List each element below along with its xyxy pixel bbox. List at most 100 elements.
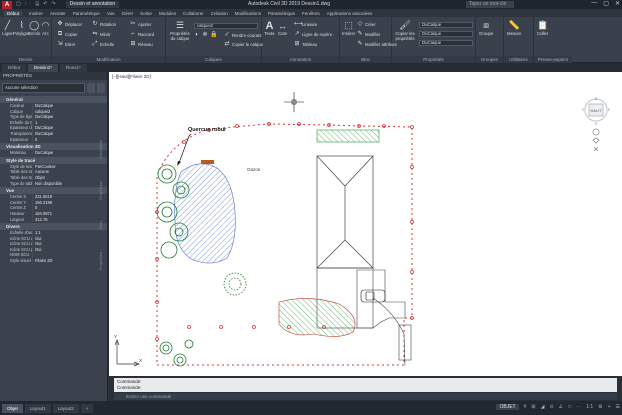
viewport-controls[interactable]: [–][Haut][Filaire 2D] [112, 74, 151, 79]
tab-parametrique-2[interactable]: Paramétrique [268, 11, 295, 16]
annotation-scale[interactable]: 1:1 [586, 404, 593, 410]
panel-title-dessin[interactable]: Dessin [0, 56, 51, 63]
new-icon[interactable]: ▢ [16, 1, 21, 9]
undo-icon[interactable]: ↶ [43, 1, 47, 9]
rotate-button[interactable]: ↻ Rotation [92, 21, 116, 27]
file-tab-debut[interactable]: Début [2, 64, 27, 72]
viewcube-south[interactable]: S [595, 122, 598, 126]
ortho-icon[interactable]: ◢ [541, 404, 545, 410]
workspace-selector[interactable]: Dessin et annotation [65, 1, 120, 8]
drawing-canvas[interactable]: Quercus robur Gazon Y X [109, 72, 622, 376]
panel-title-annotation[interactable]: Annotation [262, 56, 339, 63]
dimension-button[interactable]: ↔ Cote [277, 20, 288, 37]
side-tab-graphique[interactable]: Graphique [98, 181, 103, 200]
tab-collaborer[interactable]: Collaborer [183, 11, 204, 16]
property-row[interactable]: Largeur 312.75 [0, 216, 107, 223]
add-layout-button[interactable]: + [80, 403, 94, 413]
viewcube[interactable]: HAUT N O E S [582, 96, 611, 158]
layout-tab-layout1[interactable]: Layout1 [24, 403, 51, 413]
move-button[interactable]: ✥ Déplacer [57, 21, 82, 27]
properties-section-header[interactable]: Vue [0, 187, 107, 195]
viewcube-east[interactable]: E [608, 108, 611, 112]
scale-button[interactable]: ⤢ Echelle [92, 41, 115, 47]
tab-sortie[interactable]: Sortie [140, 11, 152, 16]
match-layer-button[interactable]: ⇄ Copier le calque [224, 41, 263, 47]
property-value[interactable]: 0 [32, 136, 107, 143]
panel-title-utilitaires[interactable]: Utilitaires [504, 56, 533, 63]
panel-title-bloc[interactable]: Bloc [340, 56, 391, 63]
property-value[interactable]: Non disponible [32, 180, 107, 187]
close-icon[interactable]: ✕ [615, 0, 620, 7]
file-tab-rues1[interactable]: Rues1* [60, 64, 87, 72]
open-icon[interactable]: 🗁 [25, 1, 31, 9]
panel-title-groupes[interactable]: Groupes [476, 56, 503, 63]
snap-icon[interactable]: ⊞ [531, 404, 535, 410]
properties-section-header[interactable]: Divers [0, 223, 107, 231]
trim-button[interactable]: ✂ Ajuster [130, 21, 151, 27]
mleader-button[interactable]: ↗ Ligne de repère [294, 31, 332, 37]
tab-inserer[interactable]: Insérer [29, 11, 43, 16]
lineweight-icon[interactable]: ⋯ [576, 404, 581, 410]
save-icon[interactable]: 🖫 [35, 1, 39, 9]
group-button[interactable]: ⧈ Groupe [479, 20, 493, 36]
property-value[interactable]: Filaire 2D [32, 258, 107, 264]
fillet-button[interactable]: ⌐ Raccord [130, 31, 154, 37]
customize-menu-icon[interactable]: ☰ [616, 404, 620, 410]
tab-creation[interactable]: Création [211, 11, 228, 16]
stretch-button[interactable]: ⇲ Etirer [57, 41, 75, 47]
layer-properties-button[interactable]: ☰ Propriétés du calque [169, 20, 191, 42]
text-button[interactable]: A Texte [264, 20, 275, 37]
command-input[interactable]: Entrez une commande [114, 393, 617, 400]
side-tab-infos[interactable]: Infos [98, 221, 103, 230]
tab-annoter[interactable]: Annoter [50, 11, 66, 16]
edit-attributes-button[interactable]: ✎ Modifier attributs [357, 41, 396, 47]
redo-icon[interactable]: ↷ [51, 1, 55, 9]
layout-tab-objet[interactable]: Objet [2, 403, 23, 413]
selection-dropdown[interactable]: Aucune sélection [2, 83, 85, 93]
property-row[interactable]: Type de table de tr...Non disponible [0, 180, 107, 187]
lock-icon[interactable]: 🔒 [210, 32, 217, 38]
tab-gerer[interactable]: Gérer [122, 11, 134, 16]
table-button[interactable]: ⊞ Tableau [294, 41, 317, 47]
make-current-button[interactable]: ✓ Rendre courant [224, 32, 261, 38]
copy-button[interactable]: ⧉ Copier [57, 31, 78, 37]
insert-block-button[interactable]: ⬚ Insérer [342, 20, 355, 36]
tab-applications[interactable]: Applications associées [327, 11, 373, 16]
properties-section-header[interactable]: Style de tracé [0, 156, 107, 164]
property-row[interactable]: Matériau DuCalque [0, 150, 107, 156]
edit-block-button[interactable]: ✎ Modifier [357, 31, 380, 37]
isodraft-icon[interactable]: ∠ [559, 404, 563, 410]
layout-tab-layout2[interactable]: Layout2 [52, 403, 79, 413]
workspace-gear-icon[interactable]: ⚙ [598, 404, 602, 410]
tab-parametrique[interactable]: Paramétrique [73, 11, 100, 16]
maximize-icon[interactable]: ▢ [603, 0, 609, 7]
grid-icon[interactable]: # [524, 404, 527, 410]
property-row[interactable]: Epaisseur 0 [0, 136, 107, 143]
tab-fenetres[interactable]: Fenêtres [302, 11, 320, 16]
model-space-button[interactable]: OBJET [496, 404, 519, 410]
panel-title-proprietes[interactable]: Propriétés [392, 56, 475, 63]
measure-button[interactable]: 📏 Mesure [507, 20, 521, 36]
panel-title-presse-papiers[interactable]: Presse-papiers [534, 56, 572, 63]
match-properties-button[interactable]: 🖌 Copier les propriétés [394, 20, 416, 42]
linetype-dropdown[interactable]: DuCalque [419, 40, 473, 46]
select-objects-icon[interactable] [97, 83, 105, 93]
properties-section-header[interactable]: Visualisation 3D [0, 143, 107, 151]
layer-state-icon[interactable]: ◐ [194, 32, 200, 38]
osnap-icon[interactable]: □ [568, 404, 571, 410]
properties-section-header[interactable]: Général [0, 96, 107, 103]
panel-title-modification[interactable]: Modification [52, 56, 165, 63]
color-dropdown[interactable]: DuCalque [419, 22, 473, 28]
array-button[interactable]: ⊞ Réseau [130, 41, 152, 47]
lineweight-dropdown[interactable]: DuCalque [419, 31, 473, 37]
paste-button[interactable]: 📋 Coller [537, 20, 548, 36]
viewcube-face[interactable]: HAUT [591, 108, 602, 113]
tab-modifications[interactable]: Modifications [235, 11, 261, 16]
polar-icon[interactable]: ⊙ [549, 404, 553, 410]
panel-title-calques[interactable]: Calques [166, 56, 261, 63]
layer-dropdown[interactable]: calquei2 [194, 23, 258, 29]
arc-button[interactable]: ◠ Arc [40, 20, 51, 36]
mirror-button[interactable]: ⇋ Miroir [92, 31, 110, 37]
minimize-icon[interactable]: — [591, 0, 597, 7]
circle-button[interactable]: ◯ Cercle [28, 20, 40, 36]
